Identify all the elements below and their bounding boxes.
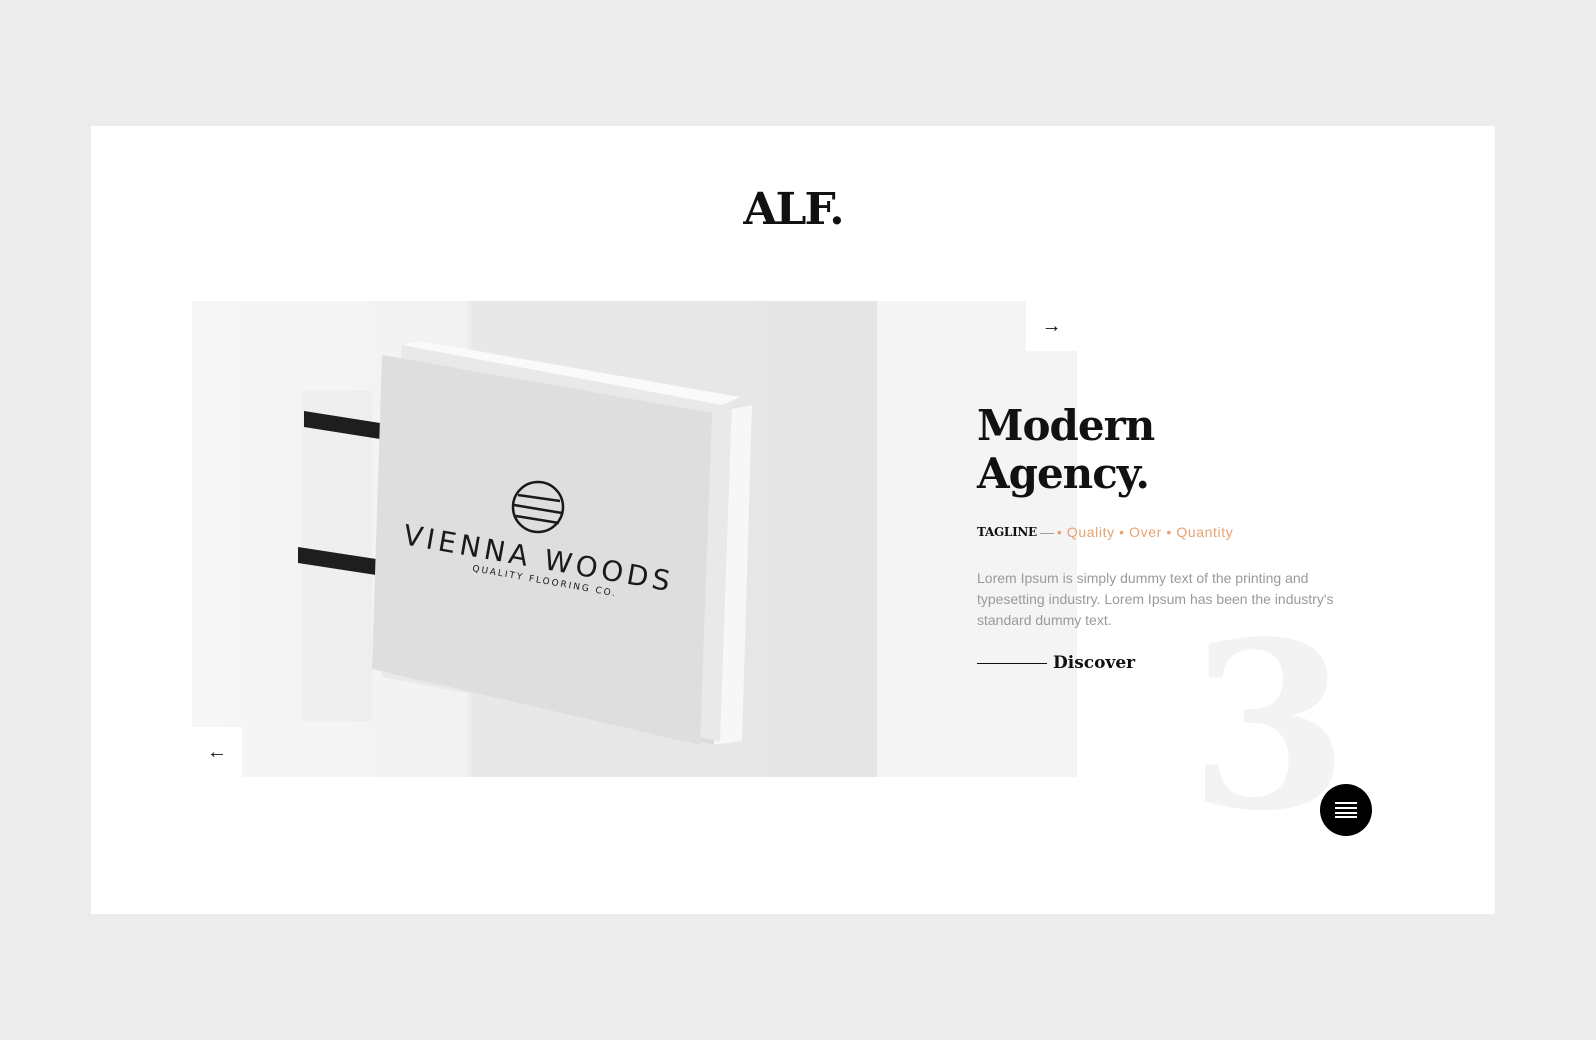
slide-image: VIENNA WOODS QUALITY FLOORING CO. [192, 301, 877, 777]
headline-line-1: Modern [977, 401, 1155, 450]
page-frame: ALF. VIENNA WOODS QUALITY FLOORING CO. →… [91, 126, 1495, 914]
tagline-dash: — [1039, 524, 1054, 540]
hamburger-icon [1335, 802, 1357, 818]
tagline-label: TAGLINE [977, 525, 1037, 539]
prev-slide-button[interactable]: ← [192, 727, 242, 777]
hero-headline: Modern Agency. [977, 402, 1397, 498]
hero-description: Lorem Ipsum is simply dummy text of the … [977, 570, 1334, 628]
discover-link[interactable]: Discover [977, 653, 1397, 673]
tagline: TAGLINE — • Quality • Over • Quantity [977, 524, 1397, 540]
arrow-right-icon: → [1041, 314, 1062, 337]
tagline-words: • Quality • Over • Quantity [1056, 524, 1234, 540]
menu-button[interactable] [1320, 784, 1372, 836]
slider: VIENNA WOODS QUALITY FLOORING CO. [192, 301, 1077, 777]
sign-illustration: VIENNA WOODS QUALITY FLOORING CO. [298, 341, 752, 745]
brand-logo[interactable]: ALF. [91, 184, 1495, 235]
next-slide-button[interactable]: → [1026, 301, 1077, 351]
headline-line-2: Agency. [977, 449, 1150, 498]
arrow-left-icon: ← [207, 740, 227, 763]
discover-label: Discover [1053, 653, 1136, 673]
discover-line [977, 662, 1047, 664]
hero-content: Modern Agency. TAGLINE — • Quality • Ove… [977, 402, 1397, 673]
